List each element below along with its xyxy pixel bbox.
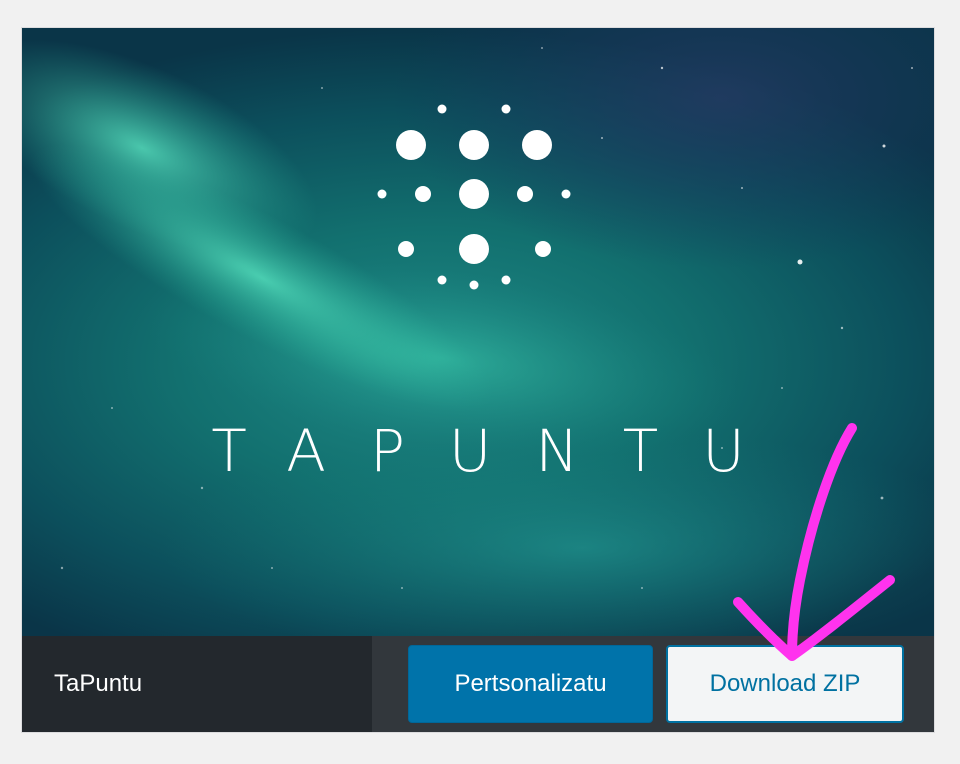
download-zip-button[interactable]: Download ZIP bbox=[666, 645, 904, 723]
theme-screenshot[interactable]: TAPUNTU bbox=[22, 28, 934, 636]
theme-name: TaPuntu bbox=[54, 670, 143, 697]
theme-actions-bar: TaPuntu Pertsonalizatu Download ZIP bbox=[22, 636, 934, 732]
aurora-background bbox=[22, 28, 934, 636]
theme-card[interactable]: TAPUNTU TaPuntu Pertsonalizatu Download … bbox=[21, 27, 935, 733]
customize-button[interactable]: Pertsonalizatu bbox=[408, 645, 653, 723]
theme-actions: Pertsonalizatu Download ZIP bbox=[372, 636, 934, 732]
theme-name-container: TaPuntu bbox=[22, 636, 372, 732]
theme-wordmark: TAPUNTU bbox=[211, 417, 789, 485]
